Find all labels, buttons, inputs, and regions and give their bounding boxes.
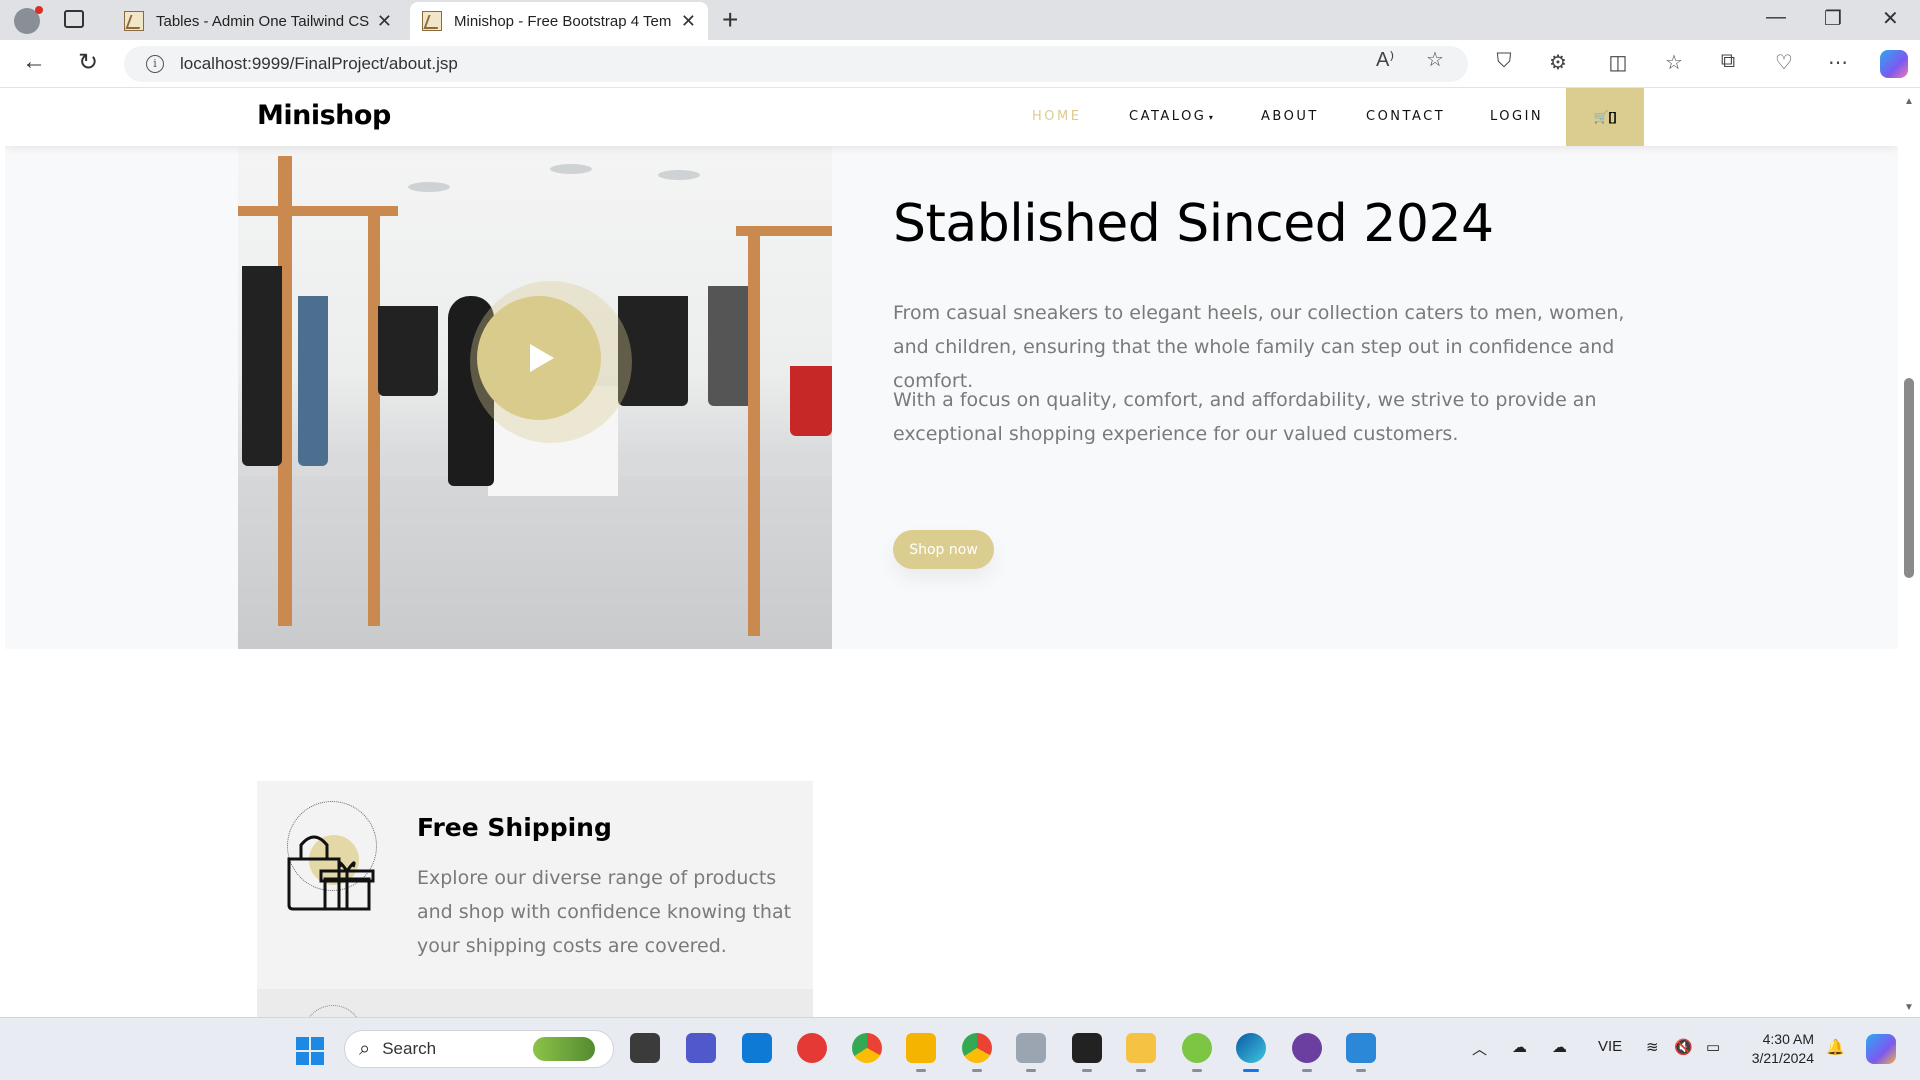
browser-toolbar: ← ↻ i localhost:9999/FinalProject/about.… — [0, 40, 1920, 88]
taskbar-search-label: Search — [382, 1039, 437, 1058]
browser-tab-strip: Tables - Admin One Tailwind CSS ✕ Minish… — [0, 0, 1920, 40]
service-card: Free Shipping Explore our diverse range … — [257, 781, 813, 989]
service-description: Explore our diverse range of products an… — [417, 867, 792, 957]
onedrive-icon[interactable]: ☁ — [1512, 1038, 1527, 1056]
onedrive-sync-icon[interactable]: ☁ — [1552, 1038, 1567, 1056]
clock-time: 4:30 AM — [1762, 1031, 1814, 1047]
cart-icon: 🛒 — [1593, 110, 1609, 124]
profile-avatar-icon[interactable] — [14, 6, 43, 34]
store-interior-image — [238, 146, 832, 649]
about-paragraph-2: With a focus on quality, comfort, and af… — [893, 389, 1597, 445]
nav-about[interactable]: ABOUT — [1261, 109, 1319, 124]
shield-icon[interactable]: ⛉ — [1492, 50, 1516, 74]
wps-office-icon[interactable] — [797, 1033, 827, 1063]
site-navbar: Minishop HOME CATALOG ▾ ABOUT CONTACT LO… — [5, 88, 1898, 146]
about-heading: Stablished Sinced 2024 — [893, 194, 1494, 254]
taskbar-clock[interactable]: 4:30 AM 3/21/2024 — [1740, 1030, 1814, 1068]
new-tab-icon[interactable]: + — [722, 4, 738, 36]
task-view-icon[interactable] — [630, 1033, 660, 1063]
favorites-icon[interactable]: ☆ — [1662, 50, 1686, 74]
chevron-down-icon: ▾ — [1206, 113, 1213, 122]
sticky-notes-icon[interactable] — [1072, 1033, 1102, 1072]
page-viewport: Minishop HOME CATALOG ▾ ABOUT CONTACT LO… — [5, 88, 1898, 1017]
service-card — [257, 989, 813, 1017]
chrome-profile-icon[interactable] — [962, 1033, 992, 1072]
shopping-bag-gift-icon — [287, 835, 375, 911]
browser-tab-tables[interactable]: Tables - Admin One Tailwind CSS ✕ — [112, 2, 404, 40]
refresh-icon[interactable]: ↻ — [78, 48, 98, 77]
clock-date: 3/21/2024 — [1751, 1050, 1814, 1066]
search-icon: ⌕ — [359, 1037, 371, 1060]
minimize-icon[interactable]: — — [1766, 6, 1786, 29]
nav-home[interactable]: HOME — [1032, 109, 1081, 124]
scroll-up-icon[interactable]: ▲ — [1904, 96, 1914, 107]
coccoc-icon[interactable] — [1182, 1033, 1212, 1072]
tab-title: Tables - Admin One Tailwind CSS — [156, 12, 369, 30]
url-text: localhost:9999/FinalProject/about.jsp — [180, 54, 458, 73]
search-highlight-icon — [533, 1037, 595, 1061]
nav-contact[interactable]: CONTACT — [1366, 109, 1445, 124]
copilot-taskbar-icon[interactable] — [1866, 1034, 1896, 1064]
tray-overflow-icon[interactable]: ︿ — [1472, 1038, 1487, 1059]
nav-catalog-dropdown[interactable]: CATALOG ▾ — [1129, 109, 1213, 124]
teams-icon[interactable] — [686, 1033, 716, 1063]
language-indicator[interactable]: VIE — [1598, 1038, 1622, 1055]
close-window-icon[interactable]: ✕ — [1882, 6, 1899, 31]
page-scrollbar[interactable]: ▲ ▼ — [1898, 88, 1920, 1017]
notification-bell-icon[interactable]: 🔔 — [1826, 1038, 1845, 1056]
cart-button[interactable]: 🛒 [] — [1566, 88, 1644, 146]
site-brand-logo[interactable]: Minishop — [257, 100, 391, 131]
github-desktop-icon[interactable] — [1292, 1033, 1322, 1072]
app-cube-icon[interactable] — [1016, 1033, 1046, 1072]
shop-now-button[interactable]: Shop now — [893, 530, 994, 569]
cart-count: [] — [1608, 110, 1617, 124]
edge-icon[interactable] — [1236, 1033, 1266, 1072]
tab-actions-icon[interactable] — [64, 10, 84, 28]
play-video-button[interactable] — [477, 296, 601, 420]
play-icon — [530, 344, 554, 372]
address-bar[interactable]: i localhost:9999/FinalProject/about.jsp — [124, 46, 1468, 82]
service-icon-ring — [303, 1005, 363, 1017]
chrome-icon[interactable] — [852, 1033, 882, 1063]
copilot-icon[interactable] — [1880, 50, 1908, 78]
split-screen-icon[interactable]: ◫ — [1606, 50, 1630, 74]
vscode-icon[interactable] — [742, 1033, 772, 1063]
tab-title: Minishop - Free Bootstrap 4 Tem — [454, 12, 672, 30]
browser-tab-minishop[interactable]: Minishop - Free Bootstrap 4 Tem ✕ — [410, 2, 708, 40]
file-explorer-icon[interactable] — [906, 1033, 936, 1072]
wifi-icon[interactable]: ≋ — [1646, 1038, 1659, 1056]
back-icon[interactable]: ← — [22, 48, 46, 76]
nav-catalog-label: CATALOG — [1129, 109, 1207, 124]
volume-muted-icon[interactable]: 🔇 — [1674, 1038, 1693, 1056]
windows-start-icon[interactable] — [296, 1037, 324, 1065]
close-tab-icon[interactable]: ✕ — [681, 11, 696, 32]
restore-icon[interactable]: ❐ — [1824, 6, 1842, 31]
favorite-star-icon[interactable]: ☆ — [1426, 47, 1444, 72]
windows-taskbar: ⌕ Search ︿ ☁ ☁ VIE ≋ 🔇 ▭ 4:30 AM 3/21/20… — [0, 1017, 1920, 1080]
extensions-icon[interactable]: ⚙ — [1546, 50, 1570, 74]
battery-icon[interactable]: ▭ — [1706, 1038, 1720, 1056]
collections-icon[interactable]: ⧉ — [1716, 50, 1740, 74]
browser-essentials-icon[interactable]: ♡ — [1772, 50, 1796, 74]
site-info-icon[interactable]: i — [146, 55, 164, 73]
paint-app-icon[interactable] — [1346, 1033, 1376, 1072]
read-aloud-icon[interactable]: A⁾ — [1376, 47, 1394, 72]
service-title: Free Shipping — [417, 813, 612, 842]
nav-login[interactable]: LOGIN — [1490, 109, 1543, 124]
site-favicon-icon — [124, 11, 144, 31]
scroll-down-icon[interactable]: ▼ — [1904, 1002, 1914, 1013]
about-section: Stablished Sinced 2024 From casual sneak… — [5, 146, 1898, 649]
scrollbar-thumb[interactable] — [1904, 378, 1914, 578]
close-tab-icon[interactable]: ✕ — [377, 11, 392, 32]
site-favicon-icon — [422, 11, 442, 31]
photo-app-icon[interactable] — [1126, 1033, 1156, 1072]
more-menu-icon[interactable]: ⋯ — [1826, 50, 1850, 74]
taskbar-search[interactable]: ⌕ Search — [344, 1030, 614, 1068]
